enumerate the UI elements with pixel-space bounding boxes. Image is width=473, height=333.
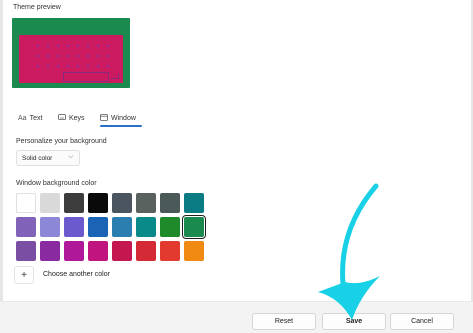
tab-keys-label: Keys [69, 114, 85, 122]
preview-key [107, 45, 109, 47]
window-color-label: Window background color [16, 180, 97, 187]
preview-key [57, 55, 59, 57]
preview-key [77, 65, 79, 67]
color-swatch[interactable] [16, 217, 36, 237]
color-swatch[interactable] [112, 217, 132, 237]
preview-key [47, 65, 49, 67]
preview-key [97, 55, 99, 57]
chevron-down-icon: ⌵ [68, 154, 73, 160]
preview-key [47, 45, 49, 47]
color-swatch[interactable] [88, 193, 108, 213]
resize-corner-preview [111, 73, 119, 79]
cancel-button[interactable]: Cancel [390, 313, 454, 330]
color-swatch[interactable] [182, 215, 206, 239]
color-swatch[interactable] [184, 193, 204, 213]
tab-window[interactable]: Window [100, 109, 142, 127]
color-swatch[interactable] [40, 241, 60, 261]
spacebar-preview [63, 72, 109, 82]
theme-preview [12, 18, 130, 88]
window-icon [100, 113, 108, 123]
preview-key [37, 45, 39, 47]
color-swatch[interactable] [136, 241, 156, 261]
preview-key [97, 45, 99, 47]
preview-key [97, 65, 99, 67]
preview-key [67, 55, 69, 57]
tab-text[interactable]: Aa Text [18, 109, 46, 127]
color-swatch[interactable] [88, 217, 108, 237]
color-swatch[interactable] [16, 241, 36, 261]
background-section-label: Personalize your background [16, 138, 107, 145]
text-icon: Aa [18, 114, 27, 122]
tab-window-label: Window [111, 114, 136, 122]
color-swatch[interactable] [64, 241, 84, 261]
preview-key [57, 65, 59, 67]
keyboard-preview [19, 35, 123, 83]
background-type-dropdown[interactable]: Solid color ⌵ [16, 150, 80, 166]
preview-key [77, 55, 79, 57]
preview-key [67, 65, 69, 67]
preview-key [37, 55, 39, 57]
color-swatch[interactable] [136, 217, 156, 237]
dropdown-value: Solid color [22, 154, 53, 162]
add-color-label: Choose another color [43, 271, 110, 278]
preview-key [87, 45, 89, 47]
color-swatch[interactable] [112, 241, 132, 261]
tab-text-label: Text [29, 114, 43, 122]
save-button[interactable]: Save [322, 313, 386, 330]
window-edge-left [0, 0, 3, 333]
add-color-button[interactable]: + [14, 266, 34, 284]
color-swatch[interactable] [64, 193, 84, 213]
color-swatch[interactable] [64, 217, 84, 237]
color-swatch[interactable] [160, 241, 180, 261]
color-swatch[interactable] [184, 241, 204, 261]
preview-key [57, 45, 59, 47]
reset-button[interactable]: Reset [252, 313, 316, 330]
color-swatch[interactable] [40, 193, 60, 213]
preview-key [77, 45, 79, 47]
color-swatch[interactable] [40, 217, 60, 237]
preview-key [47, 55, 49, 57]
keyboard-icon [58, 114, 66, 122]
color-swatch[interactable] [160, 217, 180, 237]
preview-key [107, 65, 109, 67]
color-swatch[interactable] [112, 193, 132, 213]
preview-key [67, 45, 69, 47]
preview-key [87, 55, 89, 57]
color-swatch[interactable] [88, 241, 108, 261]
color-swatch[interactable] [16, 193, 36, 213]
plus-icon: + [21, 269, 27, 281]
tab-keys[interactable]: Keys [58, 109, 90, 127]
color-swatch[interactable] [160, 193, 180, 213]
color-swatch[interactable] [136, 193, 156, 213]
preview-key [37, 65, 39, 67]
theme-preview-label: Theme preview [13, 4, 61, 11]
preview-key [107, 55, 109, 57]
preview-key [87, 65, 89, 67]
